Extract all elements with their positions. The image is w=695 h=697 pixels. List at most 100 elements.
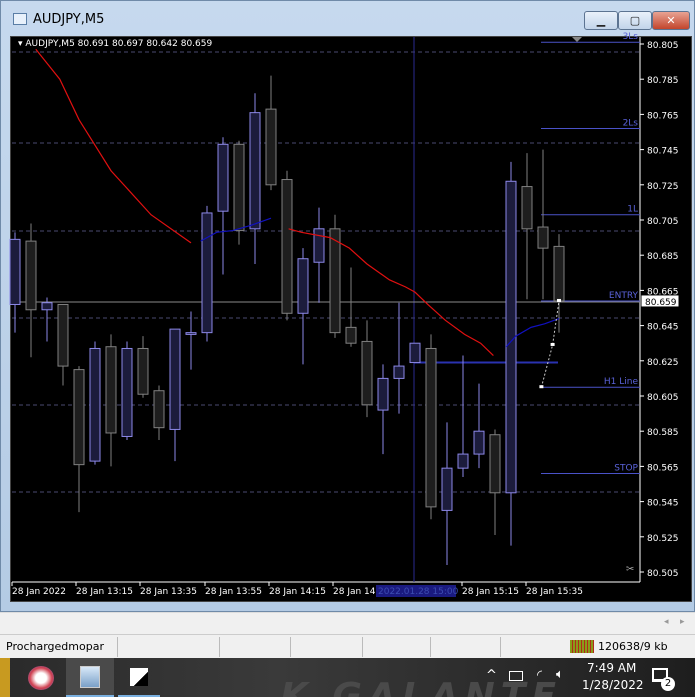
bull-candle	[297, 258, 309, 314]
status-divider	[362, 637, 363, 657]
trade-marker	[539, 385, 544, 389]
bear-candle	[361, 340, 373, 406]
bear-candle	[57, 303, 69, 367]
price-tick-label: 80.645	[647, 323, 679, 333]
volume-icon[interactable]: 🔈︎	[556, 667, 564, 697]
bull-candle	[169, 328, 181, 430]
status-divider	[290, 637, 291, 657]
price-tick-label: 80.705	[647, 217, 679, 227]
crosshair-time-label: 2022.01.28 15:00	[378, 587, 459, 597]
bear-candle	[329, 228, 341, 334]
time-label: 28 Jan 13:15	[76, 587, 133, 597]
bull-candle	[121, 347, 133, 437]
taskbar-app-metatrader[interactable]	[66, 658, 114, 697]
price-tick-label: 80.805	[647, 41, 679, 51]
horizontal-scrollbar[interactable]: ◂ ▸	[0, 612, 695, 634]
tray-overflow-chevron[interactable]: ^	[486, 668, 497, 697]
level-label: STOP	[614, 463, 638, 473]
bear-candle	[345, 326, 357, 344]
ohlc-text: AUDJPY,M5 80.691 80.697 80.642 80.659	[25, 39, 213, 49]
metatrader-icon	[80, 666, 100, 688]
scroll-left-button[interactable]: ◂	[664, 617, 669, 627]
bull-candle	[89, 347, 101, 462]
trade-path-line	[540, 300, 560, 388]
price-tick-label: 80.545	[647, 499, 679, 509]
status-divider	[430, 637, 431, 657]
notification-count: 2	[661, 677, 675, 691]
bull-candle	[41, 302, 53, 311]
bull-candle	[409, 342, 421, 364]
bear-candle	[425, 347, 437, 508]
bull-candle	[393, 365, 405, 379]
price-chart[interactable]: 80.805 80.785 80.765 80.745 80.725 80.705 80.6…	[0, 0, 695, 612]
level-label: 2Ls	[623, 118, 639, 128]
taskbar-app-partial[interactable]	[0, 658, 10, 697]
bear-candle	[265, 108, 277, 186]
bull-candle	[441, 467, 453, 511]
bear-candle	[73, 369, 85, 466]
bull-candle	[249, 112, 261, 230]
price-tick-label: 80.565	[647, 463, 679, 473]
ohlc-header: ▾ AUDJPY,M5 80.691 80.697 80.642 80.659	[18, 39, 213, 49]
trade-marker	[550, 342, 555, 346]
scroll-right-button[interactable]: ▸	[680, 617, 685, 627]
price-tick-label: 80.785	[647, 76, 679, 86]
chart-shift-icon	[572, 37, 582, 42]
price-tick-label: 80.745	[647, 147, 679, 157]
bull-candle	[217, 143, 229, 212]
price-tick-label: 80.625	[647, 358, 679, 368]
bear-candle	[537, 226, 549, 249]
bull-candle	[377, 377, 389, 411]
bear-candle	[521, 186, 533, 230]
level-label: ENTRY	[609, 291, 639, 301]
bear-candle	[489, 434, 501, 494]
time-label: 28 Jan 15:35	[526, 587, 583, 597]
wifi-icon[interactable]: ◜	[537, 668, 542, 697]
status-traffic: 120638/9 kb	[598, 640, 668, 653]
level-label: H1 Line	[604, 377, 639, 387]
price-tick-label: 80.765	[647, 111, 679, 121]
moving-average-red	[35, 48, 192, 244]
bull-candle	[201, 212, 213, 334]
status-bar: Prochargedmopar 120638/9 kb	[0, 634, 695, 658]
taskbar: K GALANTE ^ ◜ 🔈︎ 7:49 AM 1/28/2022 2	[0, 658, 695, 697]
price-tick-label: 80.585	[647, 428, 679, 438]
status-divider	[219, 637, 220, 657]
status-profile: Prochargedmopar	[6, 640, 104, 653]
current-price-label: 80.659	[645, 298, 677, 308]
clock-time[interactable]: 7:49 AM	[587, 661, 636, 675]
snipping-tool-icon[interactable]	[28, 666, 54, 690]
bull-candle	[313, 228, 325, 263]
time-label: 28 Jan 14:15	[269, 587, 326, 597]
battery-icon[interactable]	[509, 671, 523, 681]
level-label: 3Ls	[623, 32, 639, 42]
time-label: 28 Jan 14:	[333, 587, 379, 597]
bear-candle	[553, 245, 565, 302]
bull-candle	[473, 430, 485, 455]
time-label: 28 Jan 15:15	[462, 587, 519, 597]
level-label: 1L	[627, 205, 638, 215]
status-divider	[117, 637, 118, 657]
time-label: 28 Jan 2022	[12, 587, 66, 597]
bear-candle	[137, 347, 149, 395]
bear-candle	[105, 346, 117, 434]
price-tick-label: 80.505	[647, 569, 679, 579]
time-label: 28 Jan 13:55	[205, 587, 262, 597]
clock-date[interactable]: 1/28/2022	[582, 678, 644, 692]
connection-bars-icon	[570, 640, 594, 653]
bear-candle	[281, 179, 293, 314]
taskbar-app-notes[interactable]	[118, 658, 160, 697]
price-tick-label: 80.605	[647, 393, 679, 403]
price-tick-label: 80.685	[647, 252, 679, 262]
time-label: 28 Jan 13:35	[140, 587, 197, 597]
bear-candle	[153, 390, 165, 429]
scissors-icon: ✂	[626, 564, 634, 575]
bull-candle	[9, 238, 21, 305]
bull-candle	[457, 453, 469, 469]
bear-candle	[25, 240, 37, 311]
price-tick-label: 80.525	[647, 534, 679, 544]
bull-candle	[185, 332, 197, 335]
status-divider	[500, 637, 501, 657]
trade-marker	[557, 298, 561, 302]
notes-icon	[130, 668, 148, 686]
